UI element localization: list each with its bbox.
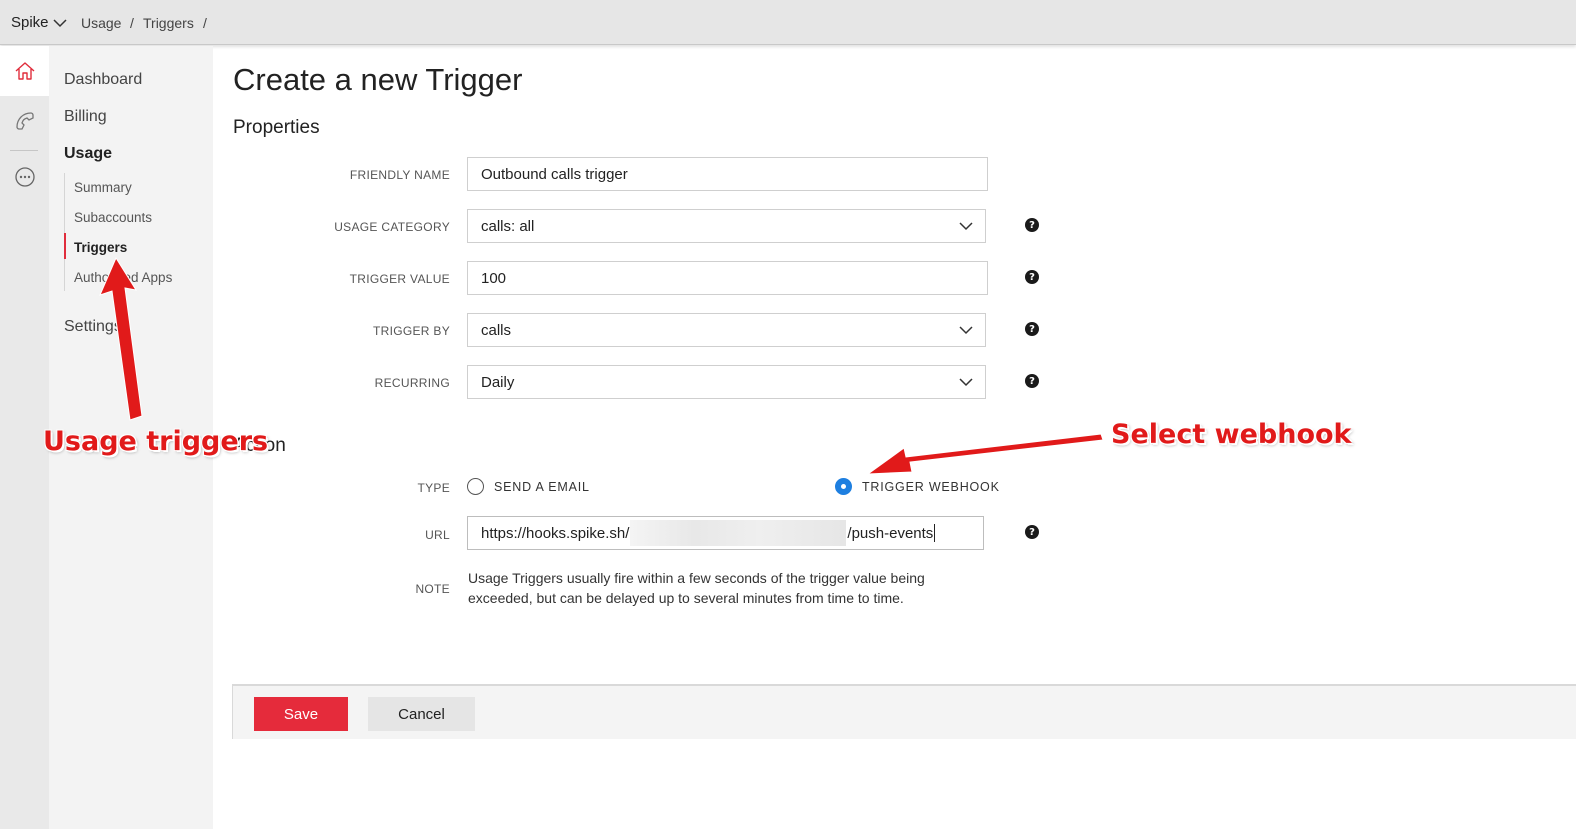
help-icon[interactable]: ? — [1025, 270, 1039, 284]
help-icon[interactable]: ? — [1025, 525, 1039, 539]
properties-heading: Properties — [233, 117, 320, 138]
radio-label: TRIGGER WEBHOOK — [862, 479, 1000, 494]
type-label: TYPE — [417, 481, 450, 495]
friendly-name-label: FRIENDLY NAME — [349, 168, 450, 182]
sidebar-item-billing[interactable]: Billing — [64, 108, 107, 126]
sidebar-item-settings[interactable]: Settings — [64, 318, 122, 336]
recurring-select[interactable]: Daily — [467, 365, 986, 399]
usage-category-select[interactable]: calls: all — [467, 209, 986, 243]
usage-category-label: USAGE CATEGORY — [334, 220, 450, 234]
form-footer: Save Cancel — [232, 684, 1576, 739]
help-icon[interactable]: ? — [1025, 322, 1039, 336]
radio-button[interactable] — [467, 478, 484, 495]
recurring-value: Daily — [481, 373, 515, 391]
page-title: Create a new Trigger — [233, 62, 523, 97]
trigger-value-label: TRIGGER VALUE — [349, 272, 450, 286]
url-input[interactable]: https://hooks.spike.sh/ /push-events — [467, 516, 984, 550]
chevron-down-icon — [959, 326, 973, 335]
usage-subnav: Summary Subaccounts Triggers Authorized … — [64, 173, 204, 291]
radio-label: SEND A EMAIL — [494, 479, 590, 494]
chevron-down-icon — [959, 378, 973, 387]
top-bar: Spike Usage / Triggers / — [0, 0, 1576, 45]
annotation-usage-triggers: Usage triggers — [43, 426, 269, 457]
help-icon[interactable]: ? — [1025, 218, 1039, 232]
breadcrumb-triggers[interactable]: Triggers — [143, 15, 194, 31]
radio-trigger-webhook[interactable]: TRIGGER WEBHOOK — [835, 478, 1000, 495]
chevron-down-icon — [959, 222, 973, 231]
more-icon — [14, 167, 35, 187]
trigger-by-value: calls — [481, 321, 512, 339]
redacted-url-segment — [630, 520, 847, 546]
friendly-name-input[interactable]: Outbound calls trigger — [467, 157, 988, 191]
url-suffix: /push-events — [847, 524, 934, 542]
breadcrumb-usage[interactable]: Usage — [81, 15, 121, 31]
rail-more[interactable] — [0, 152, 49, 202]
sidebar-subitem-authorized-apps[interactable]: Authorized Apps — [74, 270, 172, 285]
phone-icon — [15, 112, 34, 130]
text-caret — [934, 524, 936, 542]
rail-phone[interactable] — [0, 96, 49, 146]
account-switcher[interactable]: Spike — [11, 14, 67, 31]
home-icon — [15, 62, 34, 80]
trigger-by-select[interactable]: calls — [467, 313, 986, 347]
recurring-label: RECURRING — [374, 376, 450, 390]
cancel-button[interactable]: Cancel — [368, 697, 475, 731]
sidebar-subitem-summary[interactable]: Summary — [74, 180, 132, 195]
breadcrumb-separator: / — [130, 15, 134, 31]
note-label: NOTE — [415, 582, 450, 596]
save-button[interactable]: Save — [254, 697, 348, 731]
sidebar-subitem-subaccounts[interactable]: Subaccounts — [74, 210, 152, 225]
annotation-select-webhook: Select webhook — [1111, 419, 1352, 450]
rail-divider — [10, 150, 38, 151]
usage-category-value: calls: all — [481, 217, 535, 235]
help-icon[interactable]: ? — [1025, 374, 1039, 388]
rail-home[interactable] — [0, 46, 49, 96]
url-prefix: https://hooks.spike.sh/ — [481, 524, 630, 542]
trigger-by-label: TRIGGER BY — [372, 324, 450, 338]
sidebar-item-dashboard[interactable]: Dashboard — [64, 71, 142, 89]
sidebar-subitem-triggers[interactable]: Triggers — [74, 240, 127, 255]
icon-rail — [0, 46, 49, 829]
account-name: Spike — [11, 14, 49, 31]
annotation-arrow-right — [866, 433, 1104, 475]
chevron-down-icon — [53, 18, 67, 27]
radio-button-selected[interactable] — [835, 478, 852, 495]
url-label: URL — [425, 528, 450, 542]
breadcrumb-separator: / — [203, 15, 207, 31]
radio-send-email[interactable]: SEND A EMAIL — [467, 478, 590, 495]
note-text: Usage Triggers usually fire within a few… — [468, 570, 925, 606]
sidebar-item-usage[interactable]: Usage — [64, 145, 112, 163]
trigger-value-input[interactable]: 100 — [467, 261, 988, 295]
active-indicator — [64, 233, 66, 259]
